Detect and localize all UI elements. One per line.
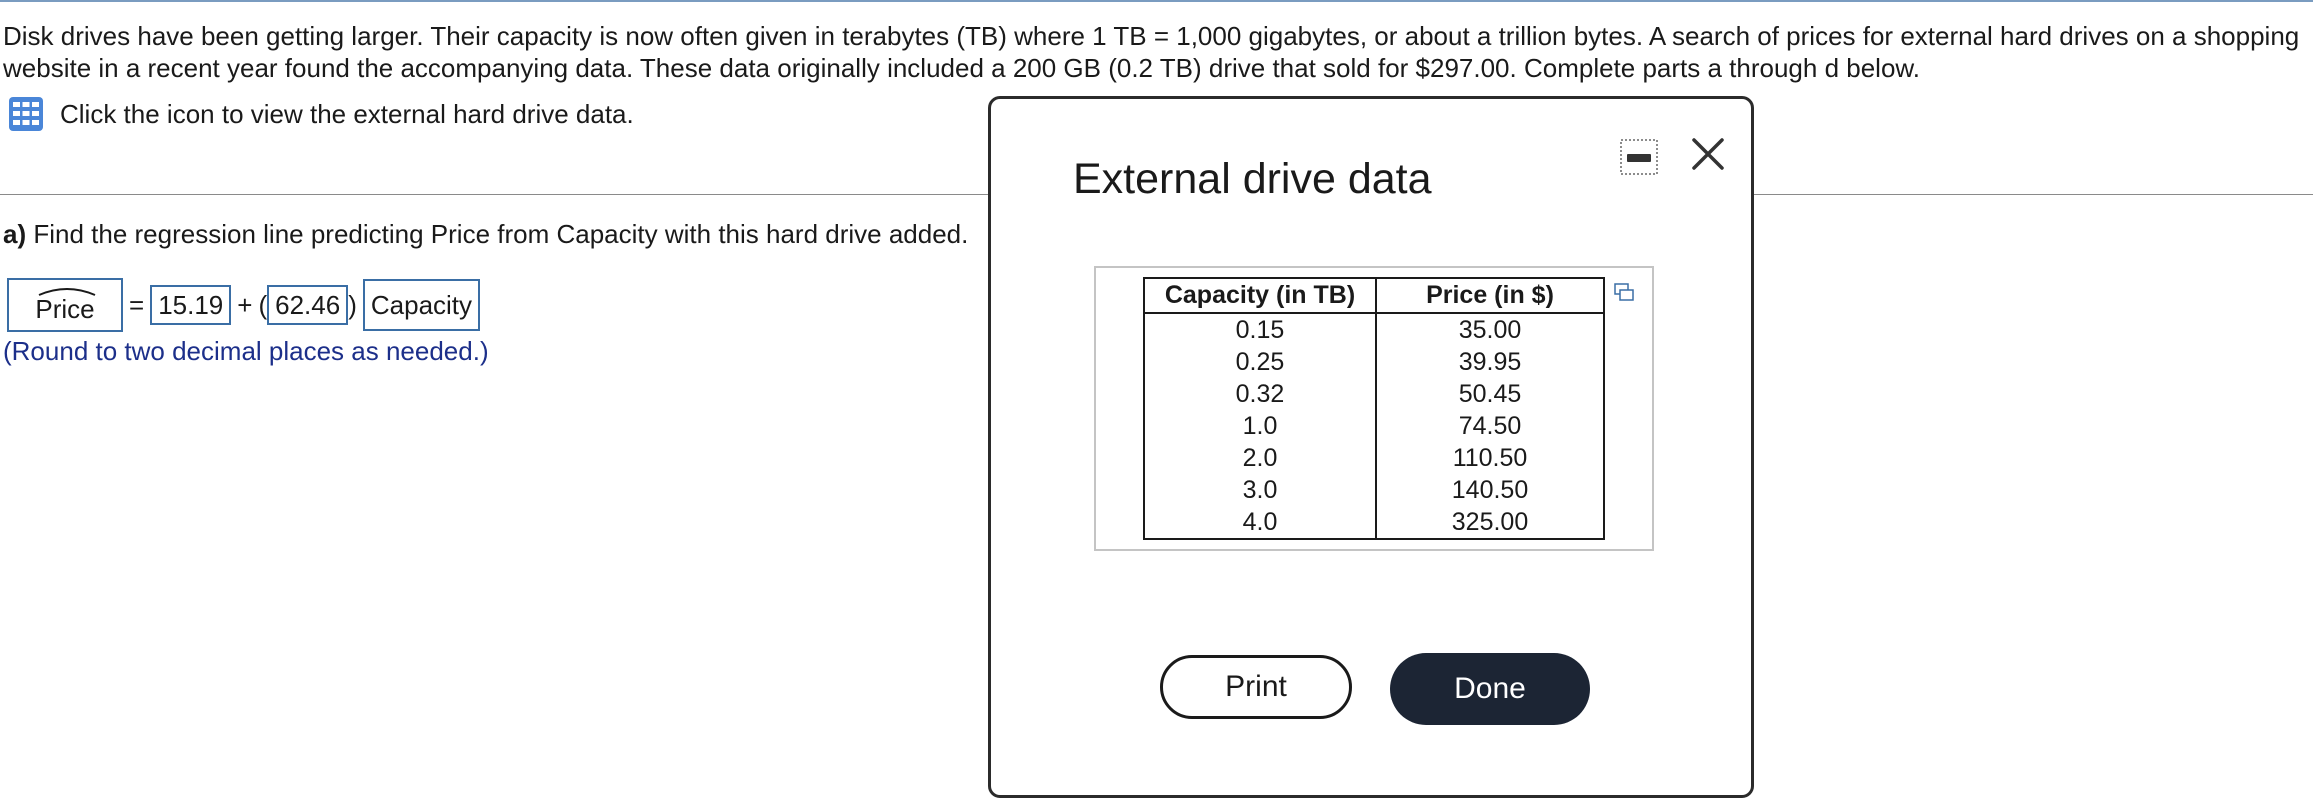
table-row: 4.0 325.00 (1143, 506, 1605, 540)
price-cell: 110.50 (1375, 442, 1605, 474)
capacity-cell: 2.0 (1143, 442, 1377, 474)
capacity-cell: 4.0 (1143, 506, 1377, 540)
price-cell: 50.45 (1375, 378, 1605, 410)
close-paren: ) (348, 289, 357, 320)
close-icon[interactable] (1685, 131, 1731, 177)
print-button[interactable]: Print (1160, 655, 1352, 719)
part-a-text: Find the regression line predicting Pric… (33, 219, 969, 249)
table-row: 1.0 74.50 (1143, 410, 1605, 442)
drive-data-table: Capacity (in TB) Price (in $) 0.15 35.00 … (1143, 277, 1605, 540)
modal-title: External drive data (1073, 155, 1432, 203)
data-link-label[interactable]: Click the icon to view the external hard… (60, 99, 634, 130)
regression-equation: Price = 15.19 + ( 62.46 ) Capacity (7, 277, 481, 333)
capacity-cell: 0.32 (1143, 378, 1377, 410)
table-row: 2.0 110.50 (1143, 442, 1605, 474)
table-row: 0.25 39.95 (1143, 346, 1605, 378)
header-price: Price (in $) (1375, 277, 1605, 314)
part-a-label: a) (3, 219, 27, 249)
price-cell: 325.00 (1375, 506, 1605, 540)
problem-statement: Disk drives have been getting larger. Th… (3, 21, 2300, 83)
data-modal: External drive data Capacity (in TB) Pri… (988, 96, 1754, 798)
price-cell: 39.95 (1375, 346, 1605, 378)
table-row: 0.15 35.00 (1143, 313, 1605, 346)
rounding-hint: (Round to two decimal places as needed.) (3, 336, 489, 366)
plus-sign: + (237, 289, 253, 320)
predictor-variable-box: Capacity (362, 279, 481, 331)
price-cell: 140.50 (1375, 474, 1605, 506)
response-variable-label: Price (35, 293, 95, 324)
table-header-row: Capacity (in TB) Price (in $) (1143, 277, 1605, 314)
response-variable-box: Price (7, 278, 123, 332)
top-border (0, 0, 2313, 2)
part-a-question: a) Find the regression line predicting P… (3, 218, 968, 250)
capacity-cell: 1.0 (1143, 410, 1377, 442)
price-cell: 74.50 (1375, 410, 1605, 442)
hat-icon (38, 288, 96, 296)
equals-sign: = (129, 289, 145, 320)
open-paren: ( (258, 289, 268, 320)
table-row: 0.32 50.45 (1143, 378, 1605, 410)
header-capacity: Capacity (in TB) (1143, 277, 1377, 314)
table-grid-icon[interactable] (8, 96, 44, 132)
price-cell: 35.00 (1375, 313, 1605, 346)
done-button[interactable]: Done (1390, 653, 1590, 725)
capacity-cell: 3.0 (1143, 474, 1377, 506)
table-row: 3.0 140.50 (1143, 474, 1605, 506)
capacity-cell: 0.15 (1143, 313, 1377, 346)
copy-icon[interactable] (1613, 282, 1635, 304)
capacity-cell: 0.25 (1143, 346, 1377, 378)
data-link[interactable]: Click the icon to view the external hard… (8, 96, 634, 132)
slope-answer-box[interactable]: 62.46 (267, 285, 349, 325)
intercept-answer-box[interactable]: 15.19 (150, 285, 232, 325)
minimize-icon[interactable] (1620, 139, 1658, 175)
table-frame: Capacity (in TB) Price (in $) 0.15 35.00 … (1094, 266, 1654, 551)
